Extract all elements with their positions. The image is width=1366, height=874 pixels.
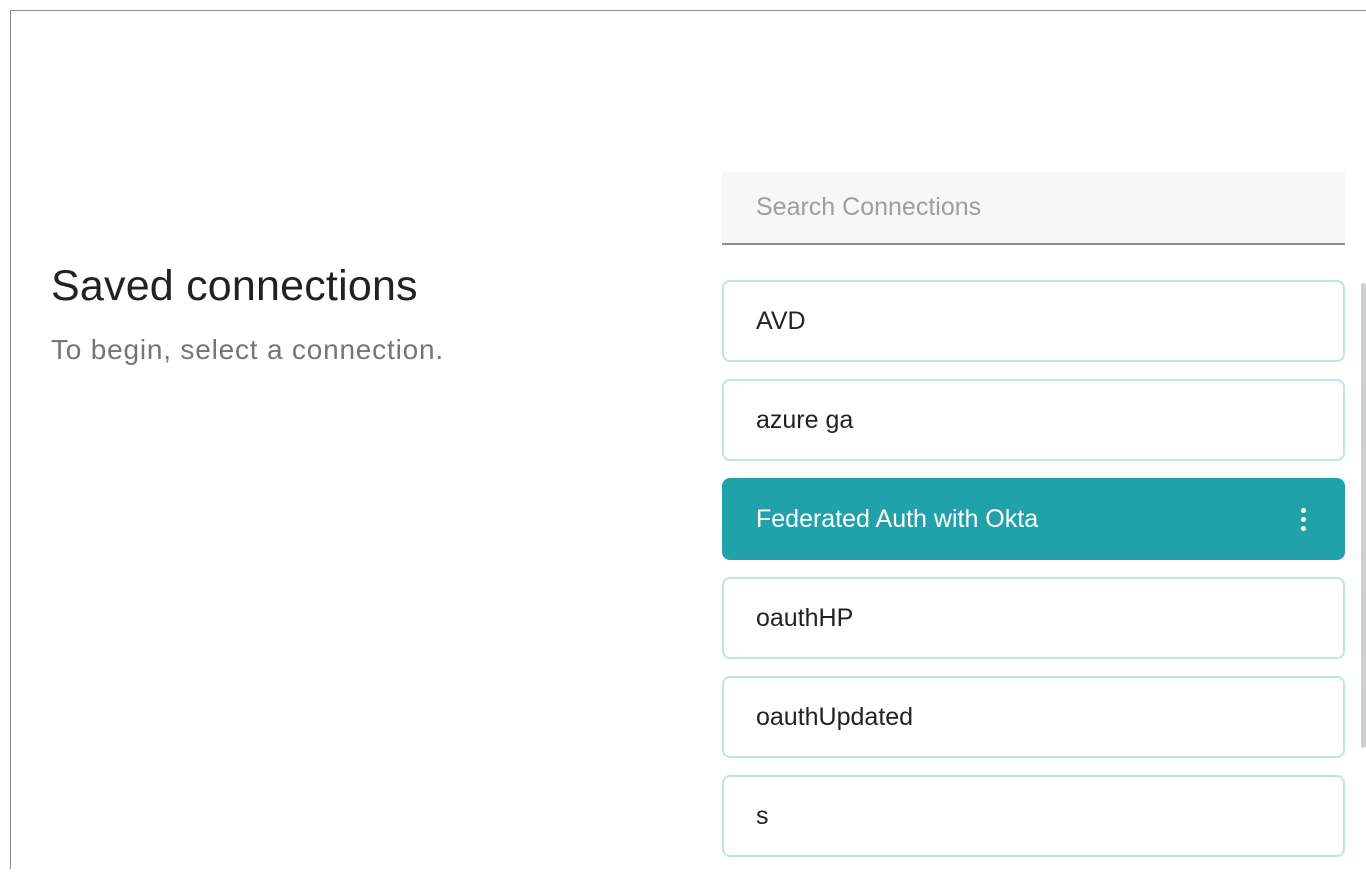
connection-label: oauthUpdated: [756, 703, 914, 731]
page-title: Saved connections: [51, 262, 418, 310]
more-vertical-icon[interactable]: [1301, 508, 1307, 532]
search-field[interactable]: [722, 172, 1345, 245]
connection-list: AVD azure ga Federated Auth with Okta oa…: [722, 280, 1345, 874]
connection-label: AVD: [756, 307, 806, 335]
connection-label: Federated Auth with Okta: [756, 505, 1039, 533]
page-subtitle: To begin, select a connection.: [51, 334, 444, 365]
search-input[interactable]: [722, 172, 1345, 243]
connection-item-selected[interactable]: Federated Auth with Okta: [722, 478, 1345, 560]
intro-panel: Saved connections To begin, select a con…: [51, 258, 444, 368]
connection-label: oauthHP: [756, 604, 854, 632]
scrollbar[interactable]: [1361, 283, 1366, 748]
connection-item[interactable]: azure ga: [722, 379, 1345, 461]
connection-label: azure ga: [756, 406, 854, 434]
connection-item[interactable]: oauthHP: [722, 577, 1345, 659]
connection-item[interactable]: oauthUpdated: [722, 676, 1345, 758]
connection-item[interactable]: AVD: [722, 280, 1345, 362]
connection-item[interactable]: s: [722, 775, 1345, 857]
connection-label: s: [756, 802, 769, 830]
